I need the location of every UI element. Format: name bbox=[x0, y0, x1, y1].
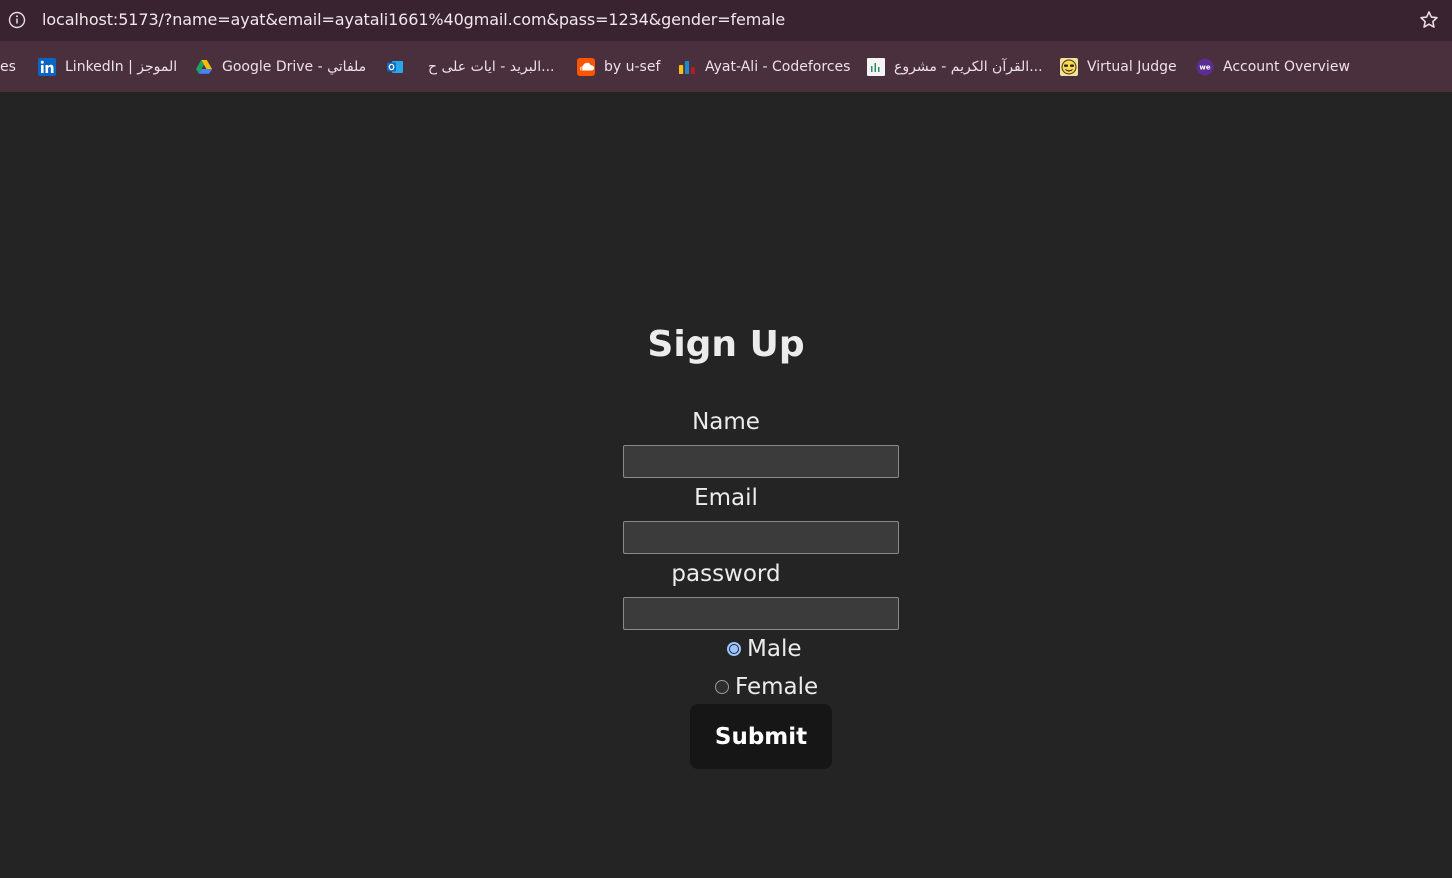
url-text[interactable]: localhost:5173/?name=ayat&email=ayatali1… bbox=[42, 10, 785, 29]
bookmark-label: by u-sef bbox=[604, 59, 661, 75]
bookmark-label: es bbox=[0, 59, 16, 75]
address-bar[interactable]: localhost:5173/?name=ayat&email=ayatali1… bbox=[0, 0, 1452, 41]
female-radio[interactable] bbox=[715, 680, 729, 694]
bookmark-item-virtual-judge[interactable]: Virtual Judge bbox=[1060, 57, 1177, 77]
bookmark-item-google-drive[interactable]: Google Drive - ملفاتي bbox=[195, 57, 366, 77]
email-input[interactable] bbox=[623, 521, 899, 554]
page-content: Sign Up Name Email password Male Female … bbox=[0, 92, 1452, 878]
password-label: password bbox=[671, 561, 781, 587]
male-radio[interactable] bbox=[727, 642, 741, 656]
page-title: Sign Up bbox=[647, 324, 805, 365]
bookmark-item-soundcloud[interactable]: by u-sef bbox=[577, 57, 660, 77]
name-input[interactable] bbox=[623, 445, 899, 478]
bookmark-label: Ayat-Ali - Codeforces bbox=[705, 59, 851, 75]
site-info-icon[interactable] bbox=[8, 11, 26, 29]
bookmark-label: Account Overview bbox=[1223, 59, 1350, 75]
bookmark-item-outlook[interactable] bbox=[386, 57, 413, 77]
outlook-icon bbox=[387, 61, 403, 73]
password-input[interactable] bbox=[623, 597, 899, 630]
virtual-judge-icon bbox=[1060, 58, 1078, 76]
female-label: Female bbox=[735, 674, 819, 700]
bookmark-star-icon[interactable] bbox=[1418, 9, 1440, 31]
bookmarks-bar: es LinkedIn | الموجز Google Drive - ملفا… bbox=[0, 41, 1452, 92]
bookmark-item-linkedin[interactable]: LinkedIn | الموجز bbox=[38, 57, 177, 77]
svg-text:we: we bbox=[1199, 64, 1210, 72]
we-icon: we bbox=[1196, 58, 1214, 76]
bookmark-label: البريد - ايات على ح... bbox=[428, 59, 555, 75]
bookmark-item[interactable]: es bbox=[0, 57, 16, 77]
male-label: Male bbox=[747, 636, 802, 662]
bookmark-label: Google Drive - ملفاتي bbox=[222, 59, 367, 75]
name-label: Name bbox=[692, 409, 760, 435]
linkedin-icon bbox=[38, 58, 56, 76]
soundcloud-icon bbox=[577, 58, 595, 76]
bookmark-item-account-overview[interactable]: we Account Overview bbox=[1196, 57, 1350, 77]
bookmark-item-codeforces[interactable]: Ayat-Ali - Codeforces bbox=[678, 57, 850, 77]
gender-option-female[interactable]: Female bbox=[715, 672, 818, 702]
email-label: Email bbox=[694, 485, 758, 511]
google-drive-icon bbox=[196, 60, 212, 74]
codeforces-icon bbox=[679, 61, 695, 74]
bookmark-label: القرآن الكريم - مشروع... bbox=[894, 59, 1043, 75]
gender-option-male[interactable]: Male bbox=[727, 634, 801, 664]
quran-icon bbox=[867, 58, 885, 76]
bookmark-item-mail[interactable]: البريد - ايات على ح... bbox=[428, 57, 555, 77]
bookmark-label: Virtual Judge bbox=[1087, 59, 1177, 75]
submit-button[interactable]: Submit bbox=[690, 704, 832, 769]
bookmark-item-quran[interactable]: القرآن الكريم - مشروع... bbox=[867, 57, 1043, 77]
bookmark-label: LinkedIn | الموجز bbox=[65, 59, 178, 75]
